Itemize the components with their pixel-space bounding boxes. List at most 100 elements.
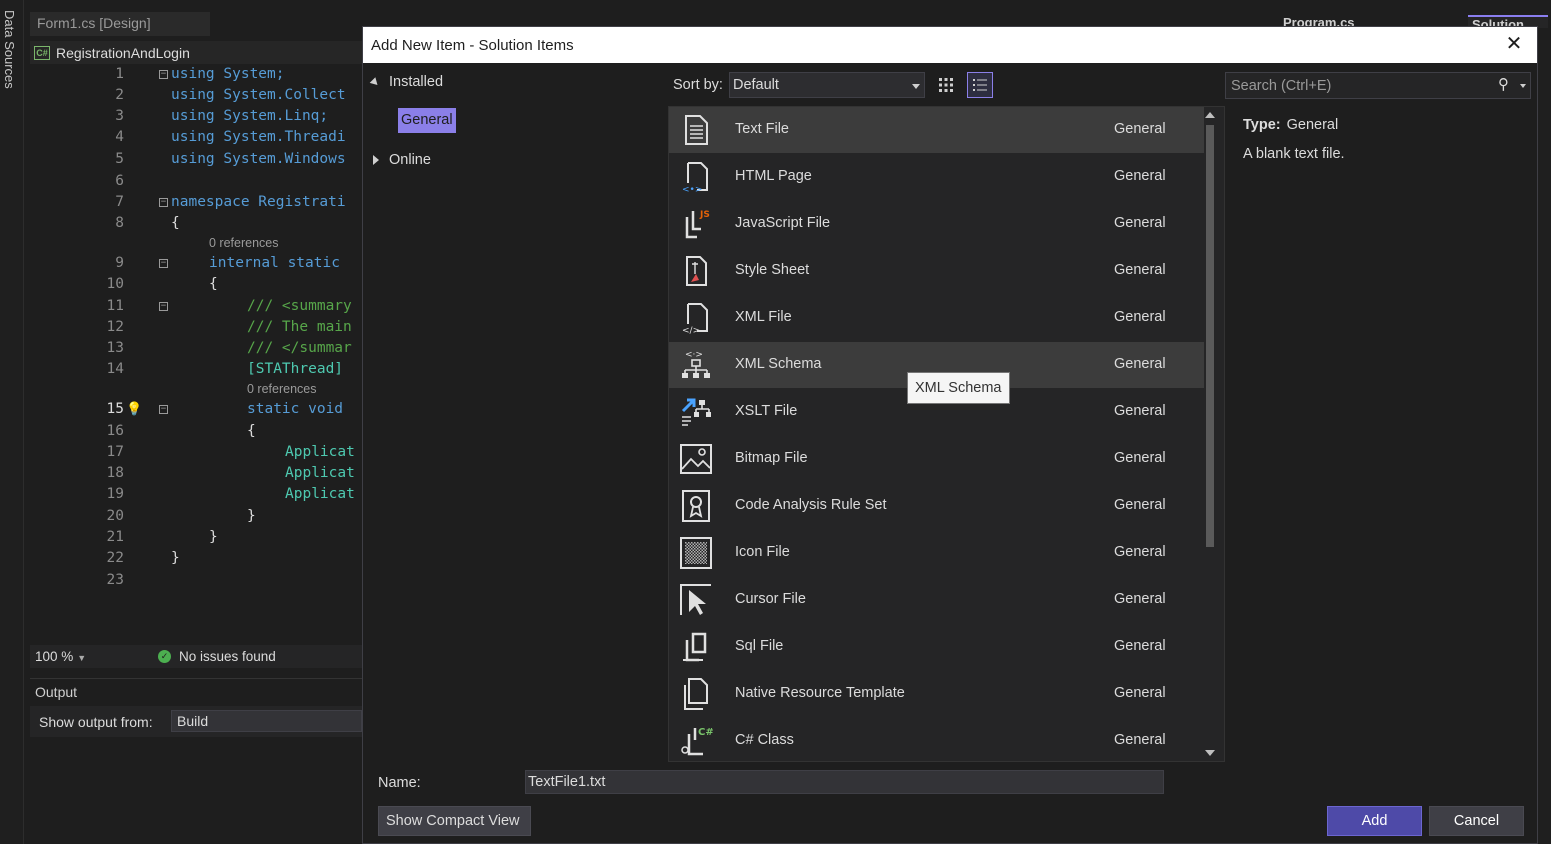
item-details-panel: Type: General A blank text file. bbox=[1243, 117, 1533, 162]
sort-dropdown[interactable]: Default bbox=[728, 72, 925, 98]
code-text: namespace Registrati bbox=[171, 194, 346, 210]
code-text: using System.Windows bbox=[171, 151, 346, 167]
search-input[interactable]: Search (Ctrl+E) bbox=[1225, 72, 1531, 99]
list-item-javascript-file[interactable]: JS JavaScript File General bbox=[669, 201, 1204, 247]
list-item-style-sheet[interactable]: Style Sheet General bbox=[669, 248, 1204, 294]
list-item-icon-file[interactable]: Icon File General bbox=[669, 530, 1204, 576]
close-icon[interactable]: ✕ bbox=[1503, 33, 1525, 55]
codelens-references[interactable]: 0 references bbox=[247, 382, 316, 396]
line-number: 11 bbox=[106, 298, 124, 314]
item-category: General bbox=[1114, 685, 1166, 701]
item-name: Code Analysis Rule Set bbox=[735, 497, 887, 513]
expanded-arrow-icon[interactable] bbox=[369, 77, 381, 88]
list-item-csharp-class[interactable]: C# C# Class General bbox=[669, 718, 1204, 761]
item-category: General bbox=[1114, 215, 1166, 231]
bitmap-file-icon bbox=[680, 444, 712, 474]
fold-collapse-icon[interactable]: − bbox=[159, 302, 168, 311]
line-number: 18 bbox=[106, 465, 124, 481]
line-number: 7 bbox=[115, 194, 124, 210]
list-item-text-file[interactable]: Text File General bbox=[669, 107, 1204, 153]
list-item-xml-file[interactable]: </> XML File General bbox=[669, 295, 1204, 341]
chevron-down-icon: ▼ bbox=[77, 653, 87, 663]
cancel-button[interactable]: Cancel bbox=[1429, 806, 1524, 836]
rule-set-icon bbox=[682, 490, 710, 522]
line-number: 9 bbox=[115, 255, 124, 271]
cursor-file-icon bbox=[680, 584, 711, 615]
tab-form1-design[interactable]: Form1.cs [Design] bbox=[30, 12, 210, 36]
svg-text:<•>: <•> bbox=[682, 185, 702, 194]
fold-collapse-icon[interactable]: − bbox=[159, 198, 168, 207]
data-sources-strip: Data Sources bbox=[0, 0, 24, 844]
line-number: 10 bbox=[106, 276, 124, 292]
svg-text:C#: C# bbox=[698, 727, 713, 738]
list-item-code-analysis-rule-set[interactable]: Code Analysis Rule Set General bbox=[669, 483, 1204, 529]
show-compact-view-button[interactable]: Show Compact View bbox=[378, 806, 531, 836]
line-number: 21 bbox=[106, 529, 124, 545]
list-item-sql-file[interactable]: Sql File General bbox=[669, 624, 1204, 670]
issues-status[interactable]: No issues found bbox=[179, 649, 276, 664]
add-button[interactable]: Add bbox=[1327, 806, 1422, 836]
output-source-select[interactable]: Build bbox=[171, 710, 362, 732]
list-item-native-resource-template[interactable]: Native Resource Template General bbox=[669, 671, 1204, 717]
line-number: 19 bbox=[106, 486, 124, 502]
data-sources-tab[interactable]: Data Sources bbox=[2, 10, 17, 89]
codelens-references[interactable]: 0 references bbox=[209, 236, 278, 250]
chevron-down-icon[interactable] bbox=[1520, 84, 1526, 88]
code-text: using System.Threadi bbox=[171, 129, 346, 145]
code-text: /// <summary bbox=[247, 298, 352, 314]
type-label: Type: bbox=[1243, 117, 1281, 133]
search-icon[interactable]: ⚲ bbox=[1498, 75, 1509, 93]
native-resource-icon bbox=[684, 678, 708, 710]
lightbulb-icon[interactable]: 💡 bbox=[126, 402, 142, 417]
list-item-bitmap-file[interactable]: Bitmap File General bbox=[669, 436, 1204, 482]
fold-collapse-icon[interactable]: − bbox=[159, 70, 168, 79]
text-file-icon bbox=[685, 115, 708, 145]
item-name: C# Class bbox=[735, 732, 794, 748]
item-category: General bbox=[1114, 309, 1166, 325]
list-item-cursor-file[interactable]: Cursor File General bbox=[669, 577, 1204, 623]
collapsed-arrow-icon[interactable] bbox=[373, 155, 379, 165]
svg-text:</>: </> bbox=[682, 326, 700, 335]
fold-collapse-icon[interactable]: − bbox=[159, 405, 168, 414]
item-category: General bbox=[1114, 262, 1166, 278]
scrollbar-thumb[interactable] bbox=[1206, 125, 1214, 547]
list-item-html-page[interactable]: <•> HTML Page General bbox=[669, 154, 1204, 200]
item-type-line: Type: General bbox=[1243, 117, 1533, 133]
sort-label: Sort by: bbox=[673, 77, 723, 93]
item-name: HTML Page bbox=[735, 168, 812, 184]
scroll-down-icon[interactable] bbox=[1205, 750, 1215, 756]
tree-item-general[interactable]: General bbox=[398, 108, 456, 133]
line-number: 16 bbox=[106, 423, 124, 439]
zoom-dropdown[interactable]: 100 % ▼ bbox=[30, 649, 106, 664]
line-number: 2 bbox=[115, 87, 124, 103]
item-description: A blank text file. bbox=[1243, 146, 1345, 162]
tree-item-installed[interactable]: Installed bbox=[369, 74, 444, 90]
item-name: XSLT File bbox=[735, 403, 798, 419]
csharp-project-icon: C# bbox=[34, 45, 50, 60]
grid-view-button[interactable] bbox=[933, 72, 959, 98]
type-value: General bbox=[1286, 117, 1339, 133]
solution-explorer-edge bbox=[1537, 40, 1551, 844]
line-number: 17 bbox=[106, 444, 124, 460]
tree-item-online[interactable]: Online bbox=[373, 152, 431, 168]
item-category: General bbox=[1114, 356, 1166, 372]
name-label: Name: bbox=[378, 775, 421, 791]
name-input[interactable] bbox=[525, 770, 1164, 794]
list-scrollbar[interactable] bbox=[1201, 107, 1219, 761]
xslt-file-icon bbox=[681, 398, 711, 426]
code-text: using System; bbox=[171, 66, 285, 82]
line-number: 1 bbox=[115, 66, 124, 82]
fold-collapse-icon[interactable]: − bbox=[159, 259, 168, 268]
project-selector[interactable]: C# RegistrationAndLogin bbox=[30, 41, 362, 64]
code-text: /// The main bbox=[247, 319, 352, 335]
line-number: 4 bbox=[115, 129, 124, 145]
list-view-button[interactable] bbox=[966, 72, 993, 98]
item-category: General bbox=[1114, 497, 1166, 513]
tree-item-installed-label: Installed bbox=[389, 74, 444, 90]
code-editor[interactable]: 1− using System; 2 using System.Collect 3u… bbox=[30, 64, 362, 644]
xml-schema-icon: <·> bbox=[682, 350, 710, 378]
output-title: Output bbox=[35, 684, 78, 700]
line-number: 15 bbox=[106, 401, 124, 417]
tree-item-online-label: Online bbox=[389, 152, 431, 168]
scroll-up-icon[interactable] bbox=[1205, 112, 1215, 118]
